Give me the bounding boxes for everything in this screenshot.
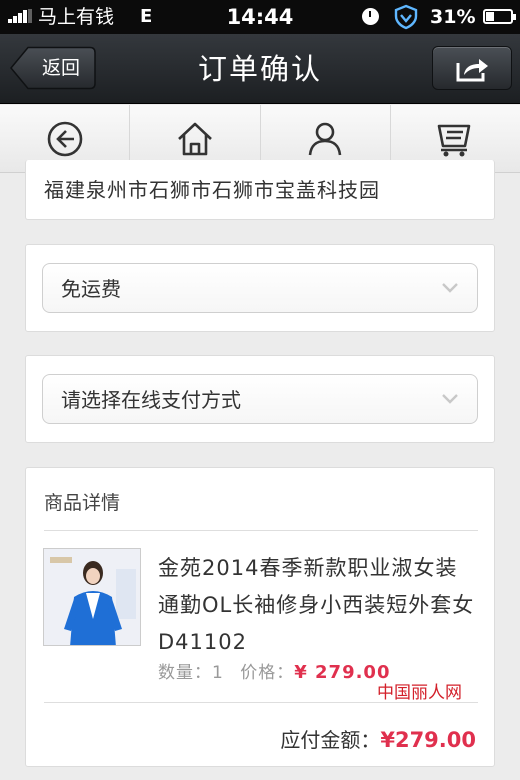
back-circle-icon — [47, 121, 82, 156]
share-button[interactable] — [432, 46, 512, 90]
shield-icon — [393, 4, 419, 34]
chevron-down-icon — [442, 394, 458, 404]
user-icon — [308, 122, 342, 155]
watermark: 中国丽人网 — [377, 683, 462, 703]
share-icon — [456, 59, 488, 82]
payment-card: 请选择在线支付方式 — [25, 355, 495, 443]
status-bar: 马上有钱 E 14:44 31% — [0, 0, 520, 34]
price-label: 价格： — [240, 663, 295, 683]
battery-percent: 31% — [430, 6, 476, 28]
shipping-select[interactable]: 免运费 — [42, 263, 478, 313]
product-name[interactable]: 金苑2014春季新款职业淑女装通勤OL长袖修身小西装短外套女D41102 — [158, 550, 478, 661]
home-icon — [177, 122, 212, 155]
shipping-address: 福建泉州市石狮市石狮市宝盖科技园 — [44, 178, 380, 202]
product-details-card: 商品详情 金苑2014春季新款职业淑女装通勤OL长袖修身小西装短外套女D4110… — [25, 467, 495, 767]
clock-icon — [362, 8, 379, 25]
chevron-down-icon — [442, 283, 458, 293]
payment-select-value: 请选择在线支付方式 — [61, 388, 241, 412]
total-amount: ¥279.00 — [380, 728, 476, 752]
cart-icon — [438, 124, 471, 156]
divider — [44, 530, 478, 531]
quantity-value: 1 — [212, 663, 224, 683]
battery-icon — [483, 9, 516, 24]
address-card: 福建泉州市石狮市石狮市宝盖科技园 — [25, 160, 495, 220]
shipping-select-value: 免运费 — [61, 277, 121, 301]
product-meta: 数量：1 价格：¥ 279.00 — [158, 658, 391, 683]
payment-select[interactable]: 请选择在线支付方式 — [42, 374, 478, 424]
shipping-card: 免运费 — [25, 244, 495, 332]
quantity-label: 数量： — [158, 663, 212, 683]
product-image[interactable] — [43, 548, 141, 646]
title-bar: 返回 订单确认 — [0, 34, 520, 104]
section-title: 商品详情 — [44, 492, 121, 514]
order-total: 应付金额：¥279.00 — [280, 724, 476, 753]
total-label: 应付金额： — [280, 728, 381, 752]
